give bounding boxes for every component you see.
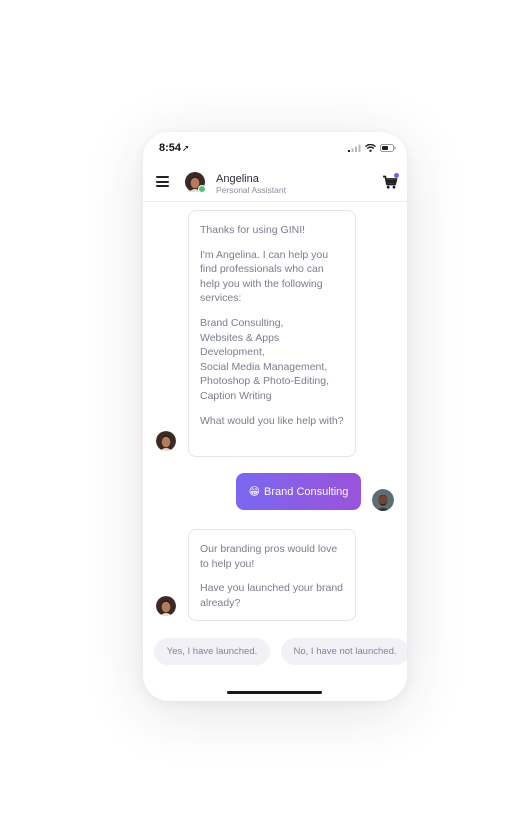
user-message-bubble: 😁 Brand Consulting — [236, 473, 361, 510]
signal-icon — [348, 144, 361, 152]
agent-avatar — [185, 172, 206, 193]
wifi-icon — [365, 144, 376, 152]
status-time-text: 8:54 — [159, 142, 182, 154]
cart-badge — [394, 173, 399, 178]
bot-message-bubble: Thanks for using GINI! I'm Angelina. I c… — [188, 210, 356, 457]
agent-avatar — [156, 596, 176, 616]
agent-role: Personal Assistant — [216, 185, 286, 195]
phone-frame: 8:54➚ Angelina Personal Assistant Thanks… — [143, 132, 407, 701]
menu-icon[interactable] — [156, 176, 169, 187]
online-status-dot — [198, 185, 206, 193]
message-text: Our branding pros would love to help you… — [200, 543, 338, 570]
cart-button[interactable] — [382, 173, 399, 190]
agent-avatar — [156, 431, 176, 451]
user-avatar — [372, 489, 394, 511]
services-list: Brand Consulting, Websites & Apps Develo… — [200, 316, 330, 402]
message-text: I'm Angelina. I can help you find profes… — [200, 248, 329, 305]
status-time: 8:54➚ — [159, 142, 190, 154]
bot-message-bubble: Our branding pros would love to help you… — [188, 529, 356, 621]
message-text: Have you launched your brand already? — [200, 582, 344, 609]
message-text: Thanks for using GINI! — [200, 224, 306, 236]
chat-header: Angelina Personal Assistant — [143, 169, 407, 202]
status-bar: 8:54➚ — [143, 132, 407, 162]
user-message-text: Brand Consulting — [264, 485, 349, 498]
agent-name: Angelina — [216, 173, 259, 185]
battery-icon — [380, 144, 396, 152]
location-arrow-icon: ➚ — [182, 143, 190, 153]
status-icons — [348, 143, 396, 153]
quick-reply-yes[interactable]: Yes, I have launched. — [154, 638, 270, 665]
woman-avatar-icon — [156, 431, 176, 451]
message-text: What would you like help with? — [200, 414, 344, 427]
grin-emoji-icon: 😁 — [248, 486, 261, 498]
man-avatar-icon — [372, 489, 394, 511]
quick-reply-no[interactable]: No, I have not launched. — [281, 638, 407, 665]
woman-avatar-icon — [156, 596, 176, 616]
home-indicator[interactable] — [227, 691, 322, 694]
